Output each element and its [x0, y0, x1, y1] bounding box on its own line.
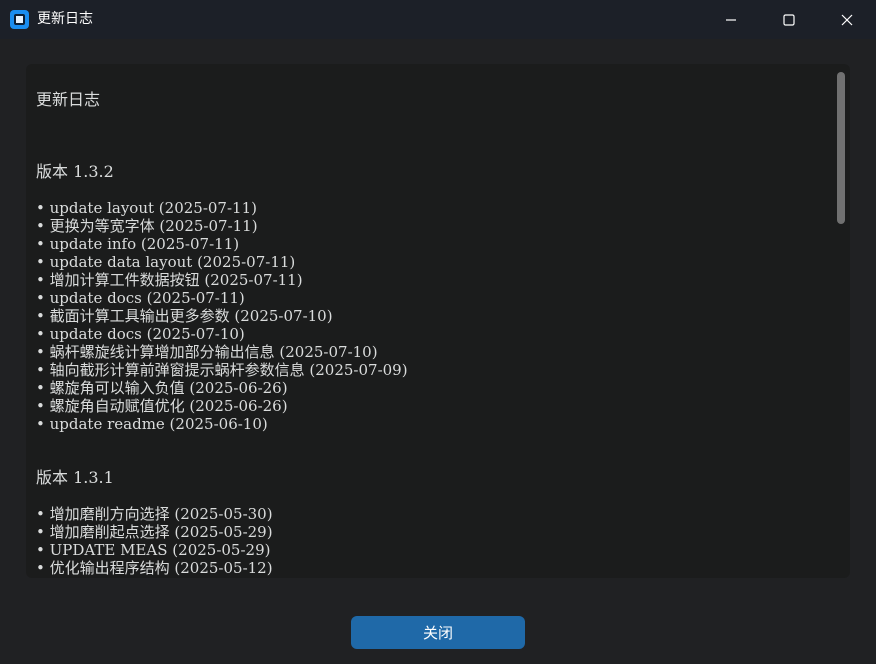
maximize-button[interactable]: [760, 0, 818, 39]
changelog-entry: • update readme (2025-06-10): [36, 415, 268, 433]
changelog-entry: • 螺旋角可以输入负值 (2025-06-26): [36, 379, 288, 397]
version-heading: 版本 1.3.1: [36, 468, 114, 487]
changelog-entry: • 轴向截形计算前弹窗提示蜗杆参数信息 (2025-07-09): [36, 361, 408, 379]
version-section: 版本 1.3.2 • update layout (2025-07-11) • …: [36, 162, 408, 434]
minimize-button[interactable]: [702, 0, 760, 39]
changelog-entry: • 增加磨削方向选择 (2025-05-30): [36, 505, 273, 523]
changelog-entry: • 螺旋角自动赋值优化 (2025-06-26): [36, 397, 288, 415]
changelog-entry: • 截面计算工具输出更多参数 (2025-07-10): [36, 307, 333, 325]
app-icon: [10, 10, 29, 29]
close-icon: [841, 14, 853, 25]
close-window-button[interactable]: [818, 0, 876, 39]
changelog-entry: • update info (2025-07-11): [36, 235, 240, 253]
window-title: 更新日志: [37, 11, 93, 27]
title-bar: 更新日志: [0, 0, 876, 39]
changelog-entry: • 增加磨削起点选择 (2025-05-29): [36, 523, 273, 541]
changelog-panel: 更新日志 版本 1.3.2 • update layout (2025-07-1…: [26, 64, 850, 578]
changelog-entry: • update docs (2025-07-10): [36, 325, 245, 343]
minimize-icon: [726, 18, 736, 21]
changelog-entry: • update data layout (2025-07-11): [36, 253, 296, 271]
changelog-text[interactable]: 更新日志 版本 1.3.2 • update layout (2025-07-1…: [36, 64, 836, 578]
vertical-scrollbar[interactable]: [836, 70, 846, 570]
changelog-title: 更新日志: [36, 90, 101, 109]
scrollbar-thumb[interactable]: [837, 72, 845, 224]
maximize-icon: [783, 13, 795, 26]
changelog-entry: • 更换为等宽字体 (2025-07-11): [36, 217, 258, 235]
changelog-entry: • update layout (2025-07-11): [36, 199, 257, 217]
changelog-entry: • 增加计算工件数据按钮 (2025-07-11): [36, 271, 303, 289]
close-button[interactable]: 关闭: [351, 616, 525, 649]
version-section: 版本 1.3.1 • 增加磨削方向选择 (2025-05-30) • 增加磨削起…: [36, 468, 273, 578]
changelog-entry: • 蜗杆螺旋线计算增加部分输出信息 (2025-07-10): [36, 343, 378, 361]
changelog-entry: • UPDATE MEAS (2025-05-29): [36, 541, 271, 559]
version-heading: 版本 1.3.2: [36, 162, 114, 181]
changelog-entry: • update docs (2025-07-11): [36, 289, 245, 307]
changelog-entry: • 优化输出程序结构 (2025-05-12): [36, 559, 273, 577]
